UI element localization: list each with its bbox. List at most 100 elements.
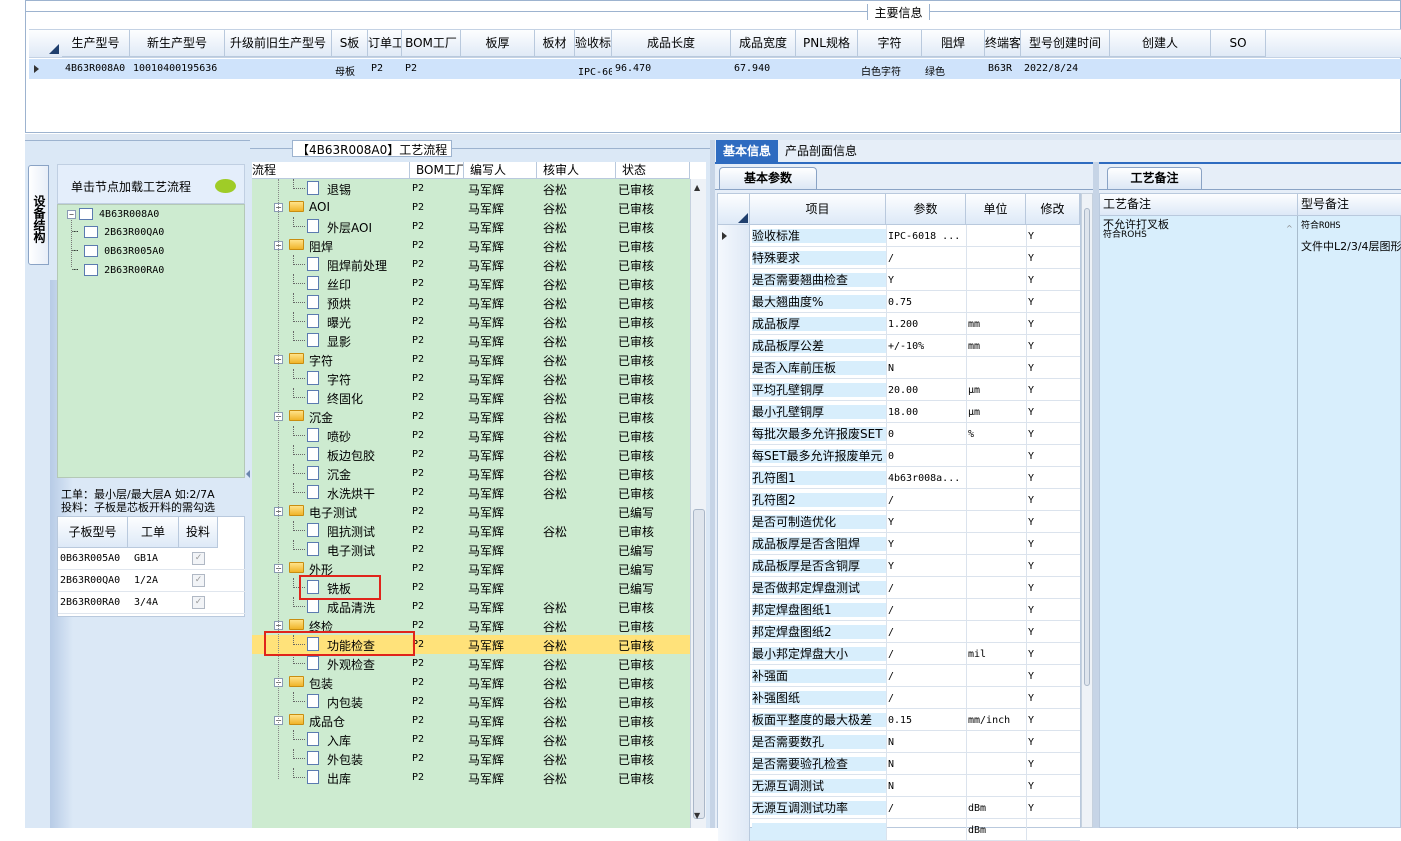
param-editable[interactable]: Y [1028, 451, 1078, 462]
param-row[interactable]: 成品板厚 1.200 mm Y [718, 313, 1080, 335]
feed-checkbox[interactable]: ✓ [192, 552, 205, 565]
param-row[interactable]: 每SET最多允许报废单元 0 Y [718, 445, 1080, 467]
param-row[interactable]: 成品板厚是否含阻焊 Y Y [718, 533, 1080, 555]
param-value[interactable]: / [888, 583, 964, 594]
param-name[interactable]: 成品板厚是否含阻焊 [752, 537, 886, 551]
param-value[interactable]: N [888, 759, 964, 770]
param-editable[interactable]: Y [1028, 583, 1078, 594]
param-row[interactable]: 孔符图1 4b63r008a... Y [718, 467, 1080, 489]
param-row[interactable]: 特殊要求 / Y [718, 247, 1080, 269]
collapse-icon[interactable]: − [67, 209, 76, 219]
param-name[interactable]: 最小孔壁铜厚 [752, 405, 886, 419]
row-selector[interactable] [718, 621, 750, 643]
param-value[interactable]: N [888, 737, 964, 748]
param-name[interactable]: 孔符图2 [752, 493, 886, 507]
scroll-up-icon[interactable]: ▲ [694, 183, 700, 192]
param-editable[interactable]: Y [1028, 253, 1078, 264]
param-value[interactable]: / [888, 605, 964, 616]
param-row[interactable]: 补强图纸 / Y [718, 687, 1080, 709]
flow-row[interactable]: 外层AOI P2 马军辉 谷松 已审核 [252, 217, 690, 236]
row-cell[interactable]: P2 [405, 63, 461, 74]
param-editable[interactable]: Y [1028, 517, 1078, 528]
flow-row[interactable]: 水洗烘干 P2 马军辉 谷松 已审核 [252, 483, 690, 502]
row-selector[interactable] [718, 577, 750, 599]
model-notes-text[interactable]: 符合ROHS 文件中L2/3/4层图形 [1301, 218, 1401, 254]
row-cell[interactable]: 母板 [335, 63, 368, 78]
param-editable[interactable]: Y [1028, 649, 1078, 660]
param-row[interactable]: 平均孔壁铜厚 20.00 μm Y [718, 379, 1080, 401]
param-value[interactable]: 0.75 [888, 297, 964, 308]
param-editable[interactable]: Y [1028, 759, 1078, 770]
param-editable[interactable]: Y [1028, 385, 1078, 396]
param-value[interactable]: Y [888, 561, 964, 572]
row-selector[interactable] [718, 401, 750, 423]
param-value[interactable]: 0.15 [888, 715, 964, 726]
param-editable[interactable]: Y [1028, 539, 1078, 550]
params-scrollbar[interactable] [1081, 193, 1093, 828]
sub-column-header[interactable]: 投料 [179, 517, 218, 548]
row-selector[interactable] [718, 775, 750, 797]
row-selector[interactable] [718, 665, 750, 687]
param-name[interactable]: 成品板厚公差 [752, 339, 886, 353]
param-editable[interactable]: Y [1028, 297, 1078, 308]
param-value[interactable]: N [888, 363, 964, 374]
row-selector[interactable] [718, 511, 750, 533]
params-column-header[interactable]: 参数 [886, 194, 966, 225]
param-editable[interactable]: Y [1028, 407, 1078, 418]
process-notes-text[interactable]: 不允许打叉板 符合ROHS [1103, 219, 1169, 241]
row-selector[interactable] [718, 489, 750, 511]
flow-row[interactable]: − 字符 P2 马军辉 谷松 已审核 [252, 350, 690, 369]
sub-board-order[interactable]: GB1A [134, 553, 174, 564]
param-row[interactable]: 最大翘曲度% 0.75 Y [718, 291, 1080, 313]
param-value[interactable]: / [888, 649, 964, 660]
row-cell[interactable]: 67.940 [734, 63, 796, 74]
main-info-data-row[interactable]: 4B63R008A010010400195636母板P2P2IPC-6018 I… [29, 59, 1401, 79]
param-editable[interactable]: Y [1028, 319, 1078, 330]
param-value[interactable]: / [888, 253, 964, 264]
param-name[interactable]: 每批次最多允许报废SET [752, 427, 886, 441]
column-header[interactable]: 字符 [858, 30, 922, 57]
flow-column-header[interactable]: 流程 [252, 162, 410, 179]
param-name[interactable]: 补强面 [752, 669, 886, 683]
flow-row[interactable]: − 包装 P2 马军辉 谷松 已审核 [252, 673, 690, 692]
column-header[interactable]: 成品长度 [612, 30, 731, 57]
param-editable[interactable]: Y [1028, 715, 1078, 726]
row-selector[interactable] [718, 533, 750, 555]
tab-basic-info[interactable]: 基本信息 [716, 140, 778, 162]
flow-row[interactable]: − 电子测试 P2 马军辉 已编写 [252, 502, 690, 521]
flow-column-header[interactable]: 状态 [616, 162, 690, 179]
param-editable[interactable]: Y [1028, 275, 1078, 286]
param-name[interactable]: 无源互调测试 [752, 779, 886, 793]
param-name[interactable]: 是否入库前压板 [752, 361, 886, 375]
param-name[interactable]: 是否做邦定焊盘测试 [752, 581, 886, 595]
param-unit[interactable]: dBm [968, 825, 1024, 836]
tree-child[interactable]: ┈ 0B63R005A0 [72, 245, 164, 257]
param-editable[interactable]: Y [1028, 671, 1078, 682]
param-row[interactable]: 是否需要数孔 N Y [718, 731, 1080, 753]
param-row[interactable]: 无源互调测试功率 / dBm Y [718, 797, 1080, 819]
sub-board-model[interactable]: 2B63R00QA0 [60, 575, 128, 586]
param-name[interactable]: 是否需要验孔检查 [752, 757, 886, 771]
param-name[interactable]: 最小邦定焊盘大小 [752, 647, 886, 661]
row-selector[interactable] [718, 247, 750, 269]
param-editable[interactable]: Y [1028, 341, 1078, 352]
param-value[interactable]: 18.00 [888, 407, 964, 418]
param-editable[interactable]: Y [1028, 627, 1078, 638]
tab-product-profile[interactable]: 产品剖面信息 [785, 140, 857, 162]
row-selector[interactable] [718, 291, 750, 313]
row-selector[interactable] [718, 335, 750, 357]
param-name[interactable]: 验收标准 [752, 229, 886, 243]
param-value[interactable]: 0 [888, 429, 964, 440]
flow-column-header[interactable]: 编写人 [464, 162, 537, 179]
param-editable[interactable]: Y [1028, 495, 1078, 506]
flow-row[interactable]: 入库 P2 马军辉 谷松 已审核 [252, 730, 690, 749]
param-row[interactable]: 是否可制造优化 Y Y [718, 511, 1080, 533]
param-value[interactable]: / [888, 495, 964, 506]
flow-row[interactable]: 丝印 P2 马军辉 谷松 已审核 [252, 274, 690, 293]
param-row[interactable]: dBm [718, 819, 1080, 841]
param-name[interactable]: 每SET最多允许报废单元 [752, 449, 886, 463]
param-name[interactable]: 补强图纸 [752, 691, 886, 705]
params-column-header[interactable]: 项目 [750, 194, 886, 225]
param-row[interactable]: 是否入库前压板 N Y [718, 357, 1080, 379]
param-name[interactable]: 成品板厚是否含铜厚 [752, 559, 886, 573]
